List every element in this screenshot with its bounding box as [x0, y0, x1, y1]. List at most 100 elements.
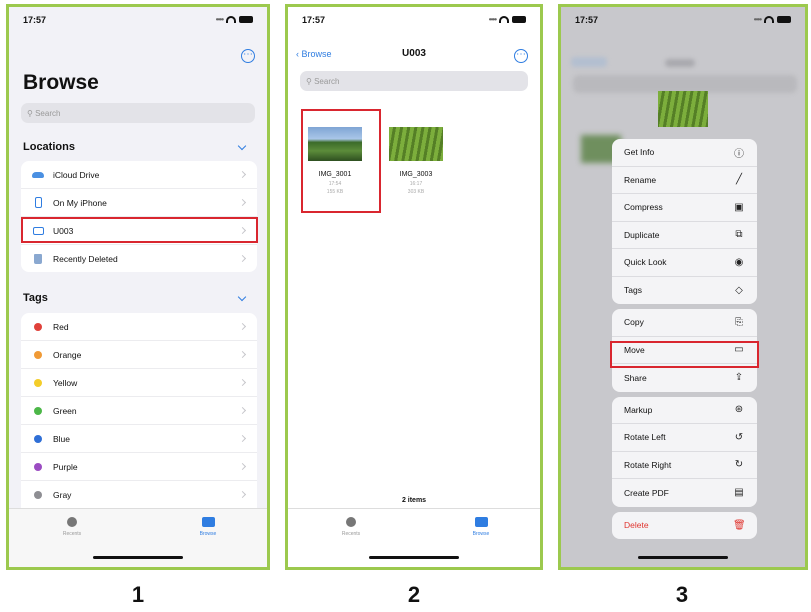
menu-item-label: Compress [624, 202, 663, 213]
status-bar: 17:57 •••• [575, 15, 791, 29]
tab-bar: Recents Browse [288, 508, 540, 567]
tag-color-icon [34, 462, 42, 471]
menu-item-label: Rotate Left [624, 432, 666, 443]
tag-item[interactable]: Blue [21, 425, 257, 453]
tag-color-icon [34, 406, 42, 415]
tag-label: Orange [53, 349, 82, 360]
chevron-right-icon [238, 198, 247, 207]
caption-3: 3 [675, 582, 689, 607]
more-options-icon[interactable]: ⋯ [514, 49, 528, 63]
tag-icon: ◇ [735, 284, 743, 296]
menu-item-share[interactable]: Share ⇪ [612, 364, 757, 392]
menu-item-label: Quick Look [624, 257, 667, 268]
screen-context-menu: 17:57 •••• Get Info ⓘ Rename ╱ Compress ▣ Dupl… [558, 4, 808, 570]
menu-item-rename[interactable]: Rename ╱ [612, 167, 757, 194]
search-icon: ⚲ [306, 76, 315, 86]
pdf-icon: ▤ [734, 487, 744, 499]
location-icloud-drive[interactable]: iCloud Drive [21, 161, 257, 189]
menu-item-copy[interactable]: Copy ⎘ [612, 309, 757, 337]
chevron-right-icon [238, 490, 247, 499]
iphone-icon [34, 197, 42, 208]
location-recently-deleted[interactable]: Recently Deleted [21, 245, 257, 272]
chevron-right-icon [238, 350, 247, 359]
tag-item[interactable]: Orange [21, 341, 257, 369]
highlight-u003 [21, 217, 258, 243]
menu-item-rotate-right[interactable]: Rotate Right ↻ [612, 452, 757, 479]
trash-icon [34, 253, 42, 264]
chevron-right-icon [238, 170, 247, 179]
menu-group: Get Info ⓘ Rename ╱ Compress ▣ Duplicate ⧉ Quick… [612, 139, 757, 304]
tag-label: Purple [53, 461, 78, 472]
search-input[interactable]: ⚲ Search [21, 103, 255, 123]
tab-browse[interactable]: Browse [183, 517, 233, 537]
menu-item-create-pdf[interactable]: Create PDF ▤ [612, 479, 757, 507]
tag-label: Green [53, 405, 77, 416]
chevron-right-icon [238, 322, 247, 331]
tab-bar: Recents Browse [9, 508, 267, 567]
home-indicator [93, 556, 183, 559]
menu-item-label: Create PDF [624, 487, 669, 498]
search-input[interactable]: ⚲ Search [300, 71, 528, 91]
location-on-my-iphone[interactable]: On My iPhone [21, 189, 257, 217]
menu-item-compress[interactable]: Compress ▣ [612, 194, 757, 222]
folder-title: U003 [402, 48, 426, 59]
menu-item-label: Markup [624, 404, 653, 415]
wifi-icon [499, 16, 509, 23]
tag-item[interactable]: Red [21, 313, 257, 341]
caption-1: 1 [131, 582, 145, 607]
menu-item-tags[interactable]: Tags ◇ [612, 277, 757, 305]
tag-label: Red [53, 321, 69, 332]
tag-label: Blue [53, 433, 71, 444]
pencil-icon: ╱ [735, 174, 743, 186]
blurred-title [665, 59, 695, 67]
file-size: 303 KB [407, 189, 425, 195]
chevron-right-icon [238, 378, 247, 387]
chevron-down-icon[interactable] [237, 141, 247, 151]
signal-icon: •••• [215, 15, 224, 24]
chevron-right-icon [238, 434, 247, 443]
tag-item[interactable]: Green [21, 397, 257, 425]
battery-icon [239, 16, 253, 23]
menu-item-get-info[interactable]: Get Info ⓘ [612, 139, 757, 167]
highlight-img-3001 [301, 109, 381, 213]
menu-item-quick-look[interactable]: Quick Look ◉ [612, 249, 757, 277]
file-item[interactable] [389, 127, 443, 161]
screen-u003-folder: 17:57 •••• ‹ Browse U003 ⋯ ⚲ Search IMG_… [285, 4, 543, 570]
page-title: Browse [23, 71, 99, 94]
tab-recents[interactable]: Recents [47, 517, 97, 537]
preview-thumbnail [658, 91, 708, 127]
menu-group: Delete 🗑 [612, 511, 757, 540]
file-time: 16:17 [409, 181, 423, 187]
duplicate-icon: ⧉ [735, 229, 743, 241]
status-time: 17:57 [302, 15, 326, 25]
blurred-back-button [571, 57, 607, 67]
status-time: 17:57 [23, 15, 47, 25]
menu-item-label: Rotate Right [624, 459, 672, 470]
menu-item-label: Rename [624, 174, 657, 185]
chevron-down-icon[interactable] [237, 292, 247, 302]
battery-icon [777, 16, 791, 23]
more-options-icon[interactable]: ⋯ [241, 49, 255, 63]
tag-item[interactable]: Purple [21, 453, 257, 481]
markup-icon: ⊛ [734, 404, 744, 416]
menu-item-duplicate[interactable]: Duplicate ⧉ [612, 222, 757, 249]
tab-browse[interactable]: Browse [456, 517, 506, 537]
menu-item-delete[interactable]: Delete 🗑 [612, 512, 757, 540]
menu-item-rotate-left[interactable]: Rotate Left ↺ [612, 424, 757, 452]
chevron-right-icon [238, 462, 247, 471]
tab-recents[interactable]: Recents [326, 517, 376, 537]
menu-item-label: Delete [624, 520, 649, 531]
chevron-right-icon [238, 254, 247, 263]
menu-item-label: Share [624, 372, 647, 383]
tag-item[interactable]: Yellow [21, 369, 257, 397]
signal-icon: •••• [488, 15, 497, 24]
menu-item-label: Get Info [624, 147, 655, 158]
tag-item[interactable]: Gray [21, 481, 257, 509]
wifi-icon [226, 16, 236, 23]
status-bar: 17:57 •••• [23, 15, 253, 29]
status-time: 17:57 [575, 15, 599, 25]
menu-item-label: Copy [624, 317, 644, 328]
menu-item-markup[interactable]: Markup ⊛ [612, 397, 757, 424]
rotate-left-icon: ↺ [734, 431, 744, 443]
locations-header: Locations [23, 141, 75, 153]
